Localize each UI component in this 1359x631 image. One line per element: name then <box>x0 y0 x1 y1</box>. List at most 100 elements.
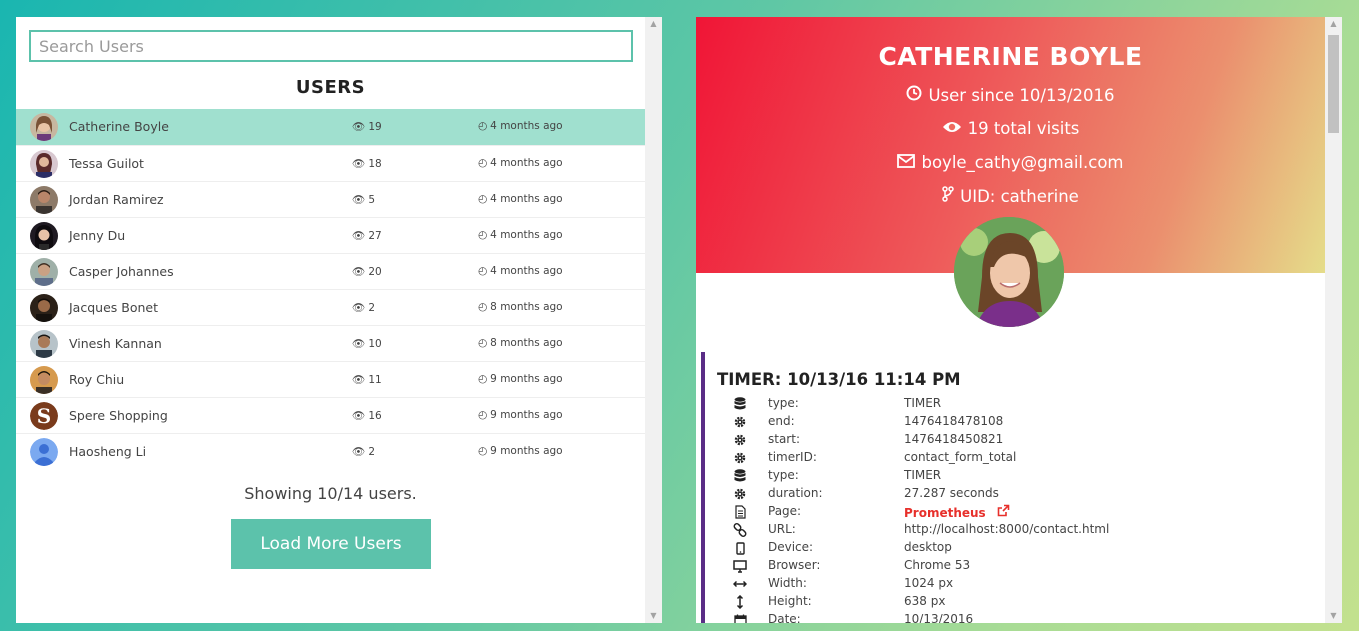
user-name: Jacques Bonet <box>69 300 158 315</box>
last-seen: ◴ 8 months ago <box>478 301 563 313</box>
visit-count: 👁 10 <box>352 337 382 351</box>
event-row: Width: 1024 px <box>705 575 1305 593</box>
avatar <box>30 150 58 178</box>
clock-icon: ◴ <box>478 301 488 313</box>
eye-icon: 👁 <box>352 158 366 170</box>
scroll-thumb[interactable] <box>1328 35 1339 133</box>
event-row: timerID: contact_form_total <box>705 449 1305 467</box>
load-more-button[interactable]: Load More Users <box>231 519 431 569</box>
eye-icon: 👁 <box>352 121 366 133</box>
page-link[interactable]: Prometheus <box>904 504 1010 520</box>
calendar-icon <box>733 613 747 623</box>
users-heading: USERS <box>295 77 366 98</box>
user-row[interactable]: Catherine Boyle 👁 19 ◴ 4 months ago <box>16 109 645 145</box>
last-seen: ◴ 9 months ago <box>478 409 563 421</box>
clock-icon: ◴ <box>478 337 488 349</box>
eye-icon: 👁 <box>352 338 366 350</box>
user-row[interactable]: Vinesh Kannan 👁 10 ◴ 8 months ago <box>16 325 645 361</box>
database-icon <box>733 397 747 411</box>
event-row: Page: Prometheus <box>705 503 1305 521</box>
user-row[interactable]: S Spere Shopping 👁 16 ◴ 9 months ago <box>16 397 645 433</box>
clock-icon: ◴ <box>478 120 488 132</box>
visit-count: 👁 18 <box>352 157 382 171</box>
external-link-icon[interactable] <box>997 504 1010 520</box>
user-row[interactable]: Casper Johannes 👁 20 ◴ 4 months ago <box>16 253 645 289</box>
avatar <box>30 258 58 286</box>
eye-icon: 👁 <box>352 446 366 458</box>
event-key: start: <box>768 432 800 446</box>
scroll-up-icon[interactable]: ▲ <box>1325 17 1342 31</box>
gear-icon <box>733 415 747 429</box>
arrows-h-icon <box>733 577 747 591</box>
uid: UID: catherine <box>696 186 1325 206</box>
avatar <box>30 186 58 214</box>
event-key: Browser: <box>768 558 821 572</box>
visit-count: 👁 16 <box>352 409 382 423</box>
link-icon <box>733 523 747 537</box>
user-name: Roy Chiu <box>69 372 125 387</box>
user-row[interactable]: Jenny Du 👁 27 ◴ 4 months ago <box>16 217 645 253</box>
search-input[interactable] <box>29 30 633 62</box>
event-key: type: <box>768 468 799 482</box>
event-row: duration: 27.287 seconds <box>705 485 1305 503</box>
visit-count: 👁 19 <box>352 120 382 134</box>
event-key: Date: <box>768 612 801 623</box>
event-row: Browser: Chrome 53 <box>705 557 1305 575</box>
svg-text:S: S <box>37 404 51 428</box>
visit-count: 👁 2 <box>352 445 376 459</box>
profile-avatar <box>954 217 1064 327</box>
envelope-icon <box>897 153 916 172</box>
event-key: Height: <box>768 594 812 608</box>
avatar <box>30 438 58 466</box>
eye-icon: 👁 <box>352 266 366 278</box>
event-value: desktop <box>904 540 952 554</box>
avatar <box>30 366 58 394</box>
clock-icon: ◴ <box>478 157 488 169</box>
user-row[interactable]: Roy Chiu 👁 11 ◴ 9 months ago <box>16 361 645 397</box>
event-value: contact_form_total <box>904 450 1017 464</box>
event-row: end: 1476418478108 <box>705 413 1305 431</box>
scroll-down-icon[interactable]: ▼ <box>645 609 662 623</box>
user-row[interactable]: Haosheng Li 👁 2 ◴ 9 months ago <box>16 433 645 469</box>
avatar <box>30 113 58 141</box>
left-scrollbar[interactable]: ▲ ▼ <box>645 17 662 623</box>
eye-icon: 👁 <box>352 230 366 242</box>
scroll-down-icon[interactable]: ▼ <box>1325 609 1342 623</box>
user-row[interactable]: Jordan Ramirez 👁 5 ◴ 4 months ago <box>16 181 645 217</box>
event-value: TIMER <box>904 468 942 482</box>
user-name: Vinesh Kannan <box>69 336 162 351</box>
profile-name: CATHERINE BOYLE <box>878 42 1143 71</box>
user-name: Spere Shopping <box>69 408 168 423</box>
users-panel: USERS Catherine Boyle 👁19 ◴4 months ago … <box>16 17 662 623</box>
last-seen: ◴ 4 months ago <box>478 157 563 169</box>
user-name: Haosheng Li <box>69 444 147 459</box>
visit-count: 👁 2 <box>352 301 376 315</box>
scroll-up-icon[interactable]: ▲ <box>645 17 662 31</box>
user-name: Jenny Du <box>69 228 126 243</box>
user-row[interactable]: Tessa Guilot 👁 18 ◴ 4 months ago <box>16 145 645 181</box>
event-key: Width: <box>768 576 807 590</box>
event-value: 1024 px <box>904 576 954 590</box>
last-seen: ◴ 9 months ago <box>478 445 563 457</box>
user-list: Catherine Boyle 👁 19 ◴ 4 months ago Tessa … <box>16 109 645 469</box>
event-key: type: <box>768 396 799 410</box>
total-visits: 19 total visits <box>696 119 1325 138</box>
user-row[interactable]: Jacques Bonet 👁 2 ◴ 8 months ago <box>16 289 645 325</box>
last-seen: ◴ 4 months ago <box>478 193 563 205</box>
last-seen: ◴ 4 months ago <box>478 120 563 132</box>
avatar <box>30 222 58 250</box>
clock-icon: ◴ <box>478 229 488 241</box>
eye-icon <box>942 119 962 138</box>
event-key: Page: <box>768 504 802 518</box>
clock-icon: ◴ <box>478 409 488 421</box>
event-key: duration: <box>768 486 823 500</box>
right-scrollbar[interactable]: ▲ ▼ <box>1325 17 1342 623</box>
event-row: type: TIMER <box>705 467 1305 485</box>
clock-icon: ◴ <box>478 193 488 205</box>
clock-icon: ◴ <box>478 445 488 457</box>
event-value: 27.287 seconds <box>904 486 999 500</box>
last-seen: ◴ 9 months ago <box>478 373 563 385</box>
last-seen: ◴ 4 months ago <box>478 229 563 241</box>
eye-icon: 👁 <box>352 374 366 386</box>
user-name: Casper Johannes <box>69 264 174 279</box>
